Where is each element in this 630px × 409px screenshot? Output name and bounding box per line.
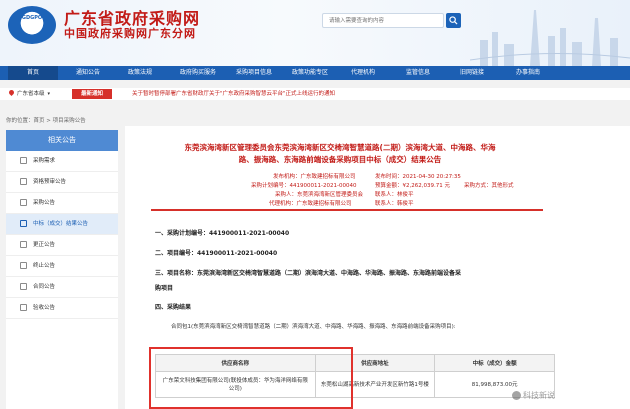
- sidebar-item-label: 验收公告: [33, 305, 56, 311]
- document-icon: [20, 262, 27, 269]
- meta-agency: 代理机构：广东致建招标有限公司: [269, 201, 352, 207]
- sidebar-title: 相关公告: [6, 130, 118, 151]
- sidebar-item-label: 中标（成交）结果公告: [33, 221, 89, 227]
- section-results: 四、采购结果: [155, 304, 192, 311]
- meta-purchaser: 采购人：东莞滨海湾新区管理委员会: [275, 192, 364, 198]
- nav-supervision[interactable]: 监管信息: [393, 66, 443, 80]
- meta-agency-contact: 联系人：韩俊平: [375, 201, 414, 207]
- breadcrumb-separator: >: [44, 118, 53, 124]
- announcement-title: 东莞滨海湾新区管理委员会东莞滨海湾新区交椅湾智慧道路(二期）滨海湾大道、中海路、…: [135, 142, 545, 166]
- location-pin-icon: [7, 88, 16, 97]
- region-label: 广东省本级: [17, 91, 45, 97]
- nav-gov-services[interactable]: 政府购买服务: [170, 66, 226, 80]
- document-icon: [20, 220, 27, 227]
- nav-old-site[interactable]: 旧网链接: [447, 66, 497, 80]
- city-skyline-icon: [470, 10, 630, 66]
- sidebar-item-label: 终止公告: [33, 263, 56, 269]
- announcement-title-line-1: 东莞滨海湾新区管理委员会东莞滨海湾新区交椅湾智慧道路(二期）滨海湾大道、中海路、…: [184, 143, 496, 152]
- site-header: GDGPO 广东省政府采购网 中国政府采购网广东分网: [0, 0, 630, 66]
- meta-purchaser-contact: 联系人：林俊平: [375, 192, 414, 198]
- sidebar-item-correction[interactable]: 更正公告: [6, 235, 118, 256]
- announcement-title-line-2: 路、振海路、东海路前端设备采购项目中标（成交）结果公告: [238, 155, 442, 164]
- search-icon: [449, 16, 458, 25]
- breadcrumb-current[interactable]: 项目采购公告: [53, 118, 86, 124]
- meta-plan-number: 采购计划编号：441900011-2021-00040: [251, 183, 357, 189]
- meta-method: 采购方式：其他形式: [464, 183, 514, 189]
- sidebar-item-procurement-notice[interactable]: 采购公告: [6, 193, 118, 214]
- chevron-down-icon: ▾: [47, 91, 51, 97]
- supplier-highlight-box: [149, 347, 353, 409]
- watermark-logo-icon: [512, 391, 521, 400]
- notice-bar: 广东省本级 ▾ 最新通知 关于暂时暂停部署广东省财政厅关于"广东政府采购智慧云平台…: [0, 88, 630, 100]
- meta-publisher: 发布机构：广东致建招标有限公司: [273, 174, 356, 180]
- breadcrumb-prefix: 你的位置：: [6, 118, 34, 124]
- search-input[interactable]: [323, 14, 443, 27]
- col-award-amount: 中标（成交）金额: [434, 354, 555, 372]
- nav-agencies[interactable]: 代理机构: [338, 66, 388, 80]
- sidebar: 相关公告 采购需求 资格预审公告 采购公告 中标（成交）结果公告 更正公告 终止…: [6, 130, 118, 409]
- sidebar-item-termination[interactable]: 终止公告: [6, 256, 118, 277]
- site-subtitle: 中国政府采购网广东分网: [64, 27, 196, 40]
- document-icon: [20, 241, 27, 248]
- document-icon: [20, 199, 27, 206]
- site-logo[interactable]: [8, 6, 56, 44]
- notice-ticker-link[interactable]: 关于暂时暂停部署广东省财政厅关于"广东政府采购智慧云平台"正式上线运行的通知: [132, 88, 335, 100]
- search-button[interactable]: [446, 13, 461, 28]
- sidebar-item-prequalification[interactable]: 资格预审公告: [6, 172, 118, 193]
- nav-policy-zone[interactable]: 政策功能专区: [282, 66, 338, 80]
- main-nav: 首页 通知公告 政策法规 政府购买服务 采购项目信息 政策功能专区 代理机构 监…: [0, 66, 630, 80]
- breadcrumb-home[interactable]: 首页: [34, 118, 45, 124]
- section-project-name: 三、项目名称：东莞滨海湾新区交椅湾智慧道路（二期）滨海湾大道、中海路、华海路、振…: [155, 270, 462, 277]
- nav-home[interactable]: 首页: [8, 66, 58, 80]
- sidebar-item-award-result[interactable]: 中标（成交）结果公告: [6, 214, 118, 235]
- logo-text: GDGPO: [21, 15, 43, 21]
- sidebar-item-contract[interactable]: 合同公告: [6, 277, 118, 298]
- sidebar-item-label: 采购需求: [33, 158, 56, 164]
- title-divider: [151, 209, 543, 211]
- section-project-number: 二、项目编号：441900011-2021-00040: [155, 250, 278, 257]
- document-icon: [20, 157, 27, 164]
- breadcrumb: 你的位置：首页 > 项目采购公告: [6, 116, 86, 124]
- meta-publish-time: 发布时间：2021-04-30 20:27:35: [375, 174, 461, 180]
- search-box: [322, 13, 444, 28]
- document-icon: [20, 178, 27, 185]
- nav-guide[interactable]: 办事指南: [503, 66, 553, 80]
- sidebar-item-label: 采购公告: [33, 200, 56, 206]
- watermark: 科技新说: [512, 390, 555, 401]
- document-icon: [20, 304, 27, 311]
- nav-procurement-info[interactable]: 采购项目信息: [226, 66, 282, 80]
- sidebar-item-requirements[interactable]: 采购需求: [6, 151, 118, 172]
- nav-policies[interactable]: 政策法规: [115, 66, 165, 80]
- contract-package-text: 合同包1(东莞滨海湾新区交椅湾智慧道路（二期）滨海湾大道、中海路、华海路、振海路…: [171, 324, 456, 330]
- nav-notices[interactable]: 通知公告: [63, 66, 113, 80]
- sidebar-item-label: 资格预审公告: [33, 179, 67, 185]
- sidebar-item-acceptance[interactable]: 验收公告: [6, 298, 118, 319]
- sidebar-item-label: 合同公告: [33, 284, 56, 290]
- latest-notice-badge: 最新通知: [72, 89, 112, 99]
- document-icon: [20, 283, 27, 290]
- watermark-text: 科技新说: [523, 391, 555, 400]
- region-selector[interactable]: 广东省本级 ▾: [7, 88, 51, 100]
- sidebar-item-label: 更正公告: [33, 242, 56, 248]
- section-project-name-cont: 购项目: [155, 285, 174, 292]
- meta-budget: 预算金额：¥2,262,039.71 元: [375, 183, 450, 189]
- section-plan-number: 一、采购计划编号：441900011-2021-00040: [155, 230, 290, 237]
